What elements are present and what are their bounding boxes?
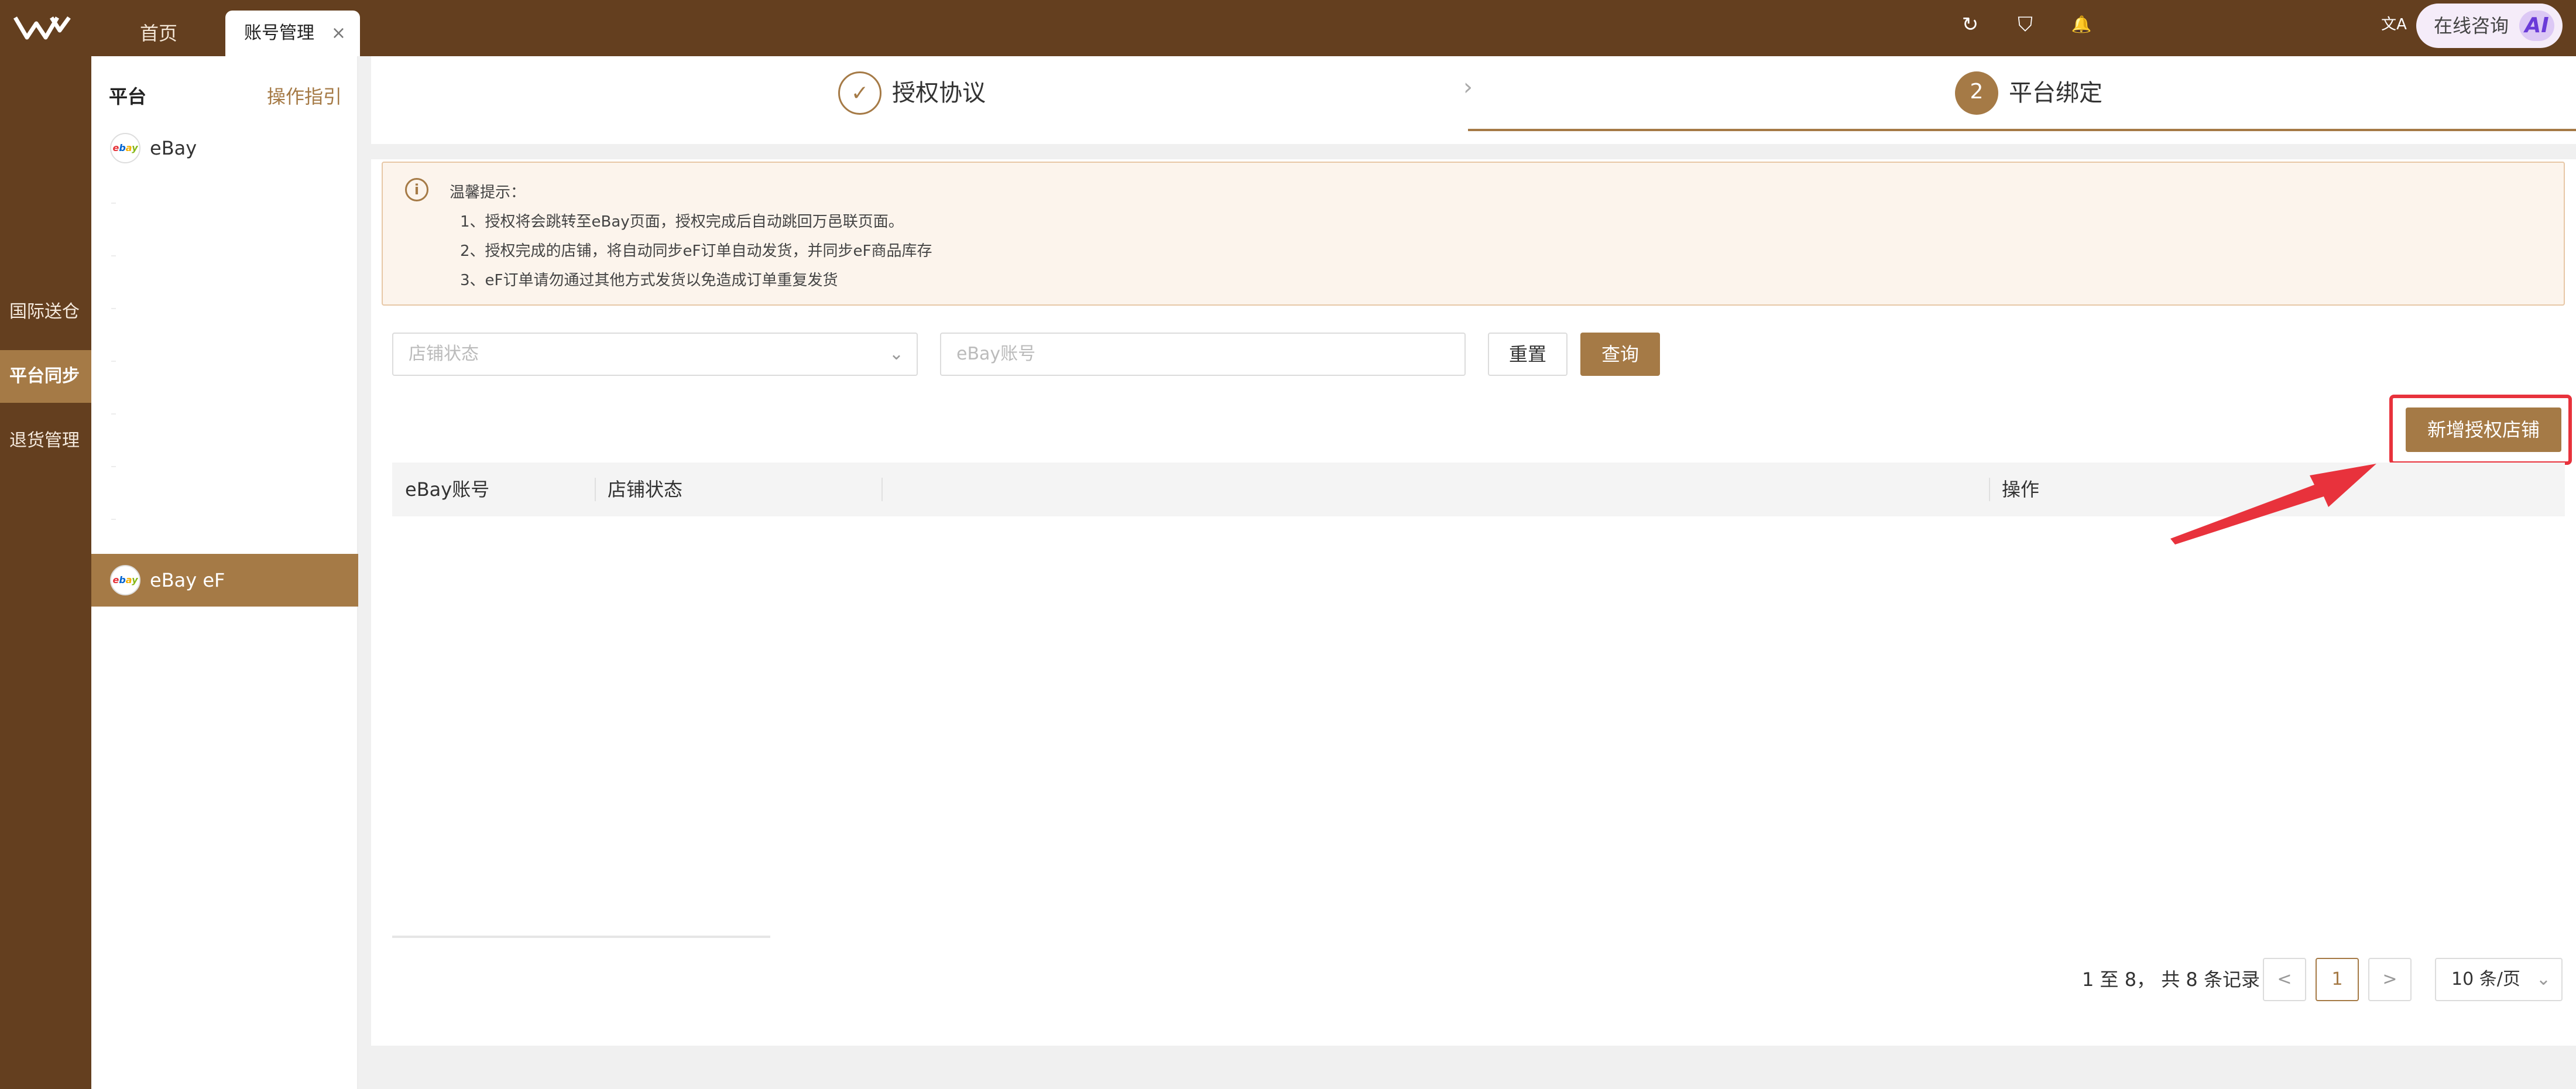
platform-label: eBay eF	[150, 569, 225, 591]
table-header: eBay账号 店铺状态 操作	[392, 463, 2565, 516]
info-icon: i	[405, 178, 428, 201]
divider	[111, 255, 116, 256]
column-header: 操作	[2002, 478, 2040, 501]
step-label-agreement: 授权协议	[892, 80, 986, 107]
horizontal-scrollbar[interactable]	[392, 936, 770, 938]
divider	[111, 203, 116, 204]
platform-panel: 平台 操作指引 ebay eBay ebay eBay eF	[91, 56, 358, 1089]
platform-header: 平台	[109, 85, 147, 108]
check-icon: ✓	[838, 71, 881, 115]
store-status-select[interactable]: 店铺状态 ⌄	[392, 333, 918, 376]
notice-box: i 温馨提示： 1、授权将会跳转至eBay页面，授权完成后自动跳回万邑联页面。 …	[382, 162, 2565, 306]
divider	[111, 466, 116, 467]
operation-guide-link[interactable]: 操作指引	[267, 82, 342, 109]
page-size-select[interactable]: 10 条/页 ⌄	[2435, 958, 2563, 1001]
step-number: 2	[1955, 71, 1998, 115]
ebay-account-input[interactable]: eBay账号	[940, 333, 1466, 376]
divider	[111, 519, 116, 520]
tab-home[interactable]: 首页	[115, 11, 203, 56]
steps-bar: ✓ 授权协议 › 2 平台绑定	[371, 56, 2576, 144]
reset-button[interactable]: 重置	[1488, 333, 1567, 376]
divider	[111, 361, 116, 362]
nav-item-platform-sync[interactable]: 平台同步	[0, 350, 91, 403]
shield-icon[interactable]: ⛉	[2012, 12, 2038, 37]
notice-title: 温馨提示：	[450, 184, 526, 201]
chevron-right-icon: ›	[1463, 74, 1473, 101]
ai-badge: AI	[2519, 11, 2554, 41]
query-button[interactable]: 查询	[1580, 333, 1660, 376]
tab-account-management[interactable]: 账号管理 ×	[225, 11, 360, 56]
platform-item-ebay[interactable]: ebay eBay	[91, 122, 358, 174]
online-consult-button[interactable]: 在线咨询 AI	[2416, 4, 2563, 48]
main-content: ✓ 授权协议 › 2 平台绑定 i 温馨提示： 1、授权将会跳转至eBay页面，…	[371, 56, 2576, 1046]
divider	[111, 308, 116, 309]
ebay-logo-icon: ebay	[110, 133, 140, 163]
w-logo-icon[interactable]	[13, 13, 71, 42]
platform-label: eBay	[150, 137, 197, 159]
store-status-placeholder: 店铺状态	[409, 344, 479, 364]
chevron-down-icon: ⌄	[889, 344, 904, 364]
platform-item-ebay-ef[interactable]: ebay eBay eF	[91, 554, 358, 607]
ebay-logo-icon: ebay	[110, 565, 140, 595]
pagination-info: 1 至 8， 共 8 条记录	[2082, 968, 2260, 991]
column-header	[881, 463, 894, 516]
page-size-label: 10 条/页	[2451, 969, 2520, 989]
tab-label: 账号管理	[244, 23, 314, 43]
nav-item-international-warehouse[interactable]: 国际送仓	[0, 286, 91, 338]
nav-item-returns[interactable]: 退货管理	[0, 415, 91, 467]
next-page-button[interactable]: >	[2368, 958, 2412, 1001]
translate-icon[interactable]: 文A	[2376, 12, 2412, 37]
notice-line: 2、授权完成的店铺，将自动同步eF订单自动发货，并同步eF商品库存	[460, 242, 932, 260]
top-bar: 首页 账号管理 × ↻ ⛉ 🔔 文A 在线咨询 AI	[0, 0, 2576, 56]
chevron-down-icon: ⌄	[2536, 969, 2551, 989]
refresh-icon[interactable]: ↻	[1957, 12, 1983, 37]
notice-line: 1、授权将会跳转至eBay页面，授权完成后自动跳回万邑联页面。	[460, 213, 904, 231]
left-nav: 国际送仓 平台同步 退货管理	[0, 56, 91, 1089]
add-authorized-store-button[interactable]: 新增授权店铺	[2406, 407, 2561, 452]
consult-label: 在线咨询	[2434, 15, 2509, 37]
notice-line: 3、eF订单请勿通过其他方式发货以免造成订单重复发货	[460, 272, 838, 289]
table-body	[392, 516, 2565, 938]
column-header: eBay账号	[405, 478, 490, 501]
prev-page-button[interactable]: <	[2263, 958, 2306, 1001]
active-step-indicator	[1468, 129, 2576, 131]
step-label-binding: 平台绑定	[2009, 80, 2102, 107]
divider	[111, 413, 116, 415]
close-icon[interactable]: ×	[331, 11, 346, 56]
column-header: 店铺状态	[608, 478, 683, 501]
divider	[371, 144, 2576, 159]
page-number-button[interactable]: 1	[2316, 958, 2359, 1001]
bell-icon[interactable]: 🔔	[2069, 12, 2094, 37]
